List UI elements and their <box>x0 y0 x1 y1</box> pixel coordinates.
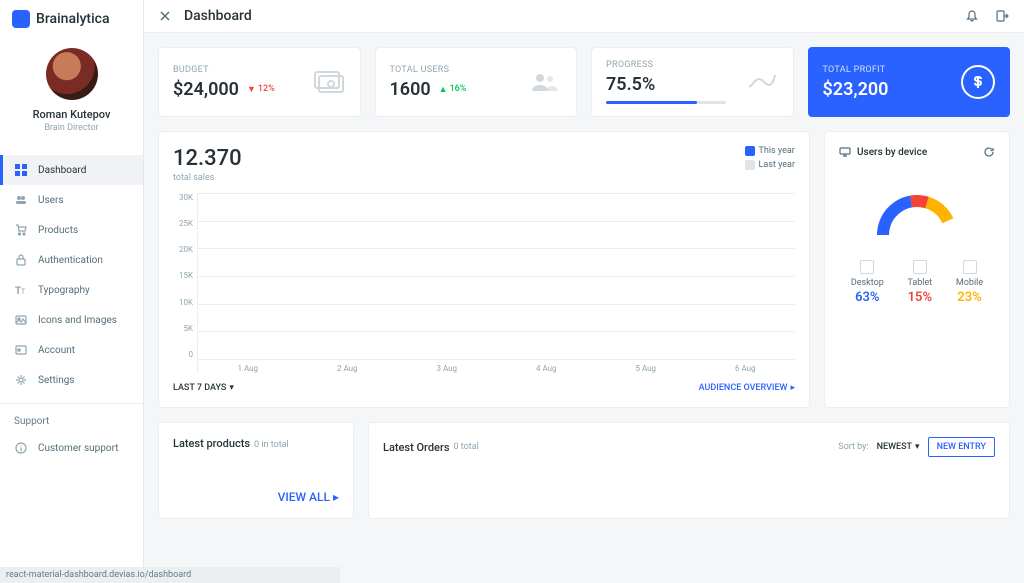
sidebar-item-icons-images[interactable]: Icons and Images <box>0 305 143 335</box>
profile-name: Roman Kutepov <box>33 108 111 121</box>
stat-value: 75.5% <box>606 74 655 95</box>
info-icon <box>14 441 28 455</box>
sidebar-item-label: Customer support <box>38 443 119 454</box>
support-header: Support <box>0 412 143 433</box>
image-icon <box>14 313 28 327</box>
sales-chart-card: 12.370 total sales This year Last year 3… <box>158 131 810 408</box>
sidebar-item-label: Users <box>38 195 64 206</box>
brand-logo[interactable]: Brainalytica <box>0 0 143 38</box>
lock-icon <box>14 253 28 267</box>
sidebar-item-dashboard[interactable]: Dashboard <box>0 155 143 185</box>
stat-label: PROGRESS <box>606 60 745 70</box>
content-area: BUDGET $24,000 ▼ 12% TOTAL USERS 1600 ▲ … <box>144 33 1024 533</box>
progress-fill <box>606 101 697 104</box>
chart-legend: This year Last year <box>745 146 795 170</box>
section-title: Latest Orders <box>383 441 450 454</box>
stat-card-total-profit: TOTAL PROFIT $23,200 <box>808 47 1011 117</box>
sidebar-item-label: Dashboard <box>38 165 86 176</box>
sidebar-item-customer-support[interactable]: Customer support <box>0 433 143 463</box>
text-icon: TT <box>14 283 28 297</box>
device-item-desktop: Desktop 63% <box>851 260 884 305</box>
sidebar-item-authentication[interactable]: Authentication <box>0 245 143 275</box>
profile-block: Roman Kutepov Brain Director <box>0 38 143 149</box>
desktop-icon <box>860 260 874 274</box>
stat-label: TOTAL USERS <box>390 65 529 75</box>
primary-nav: Dashboard Users Products Authentication … <box>0 155 143 463</box>
page-title: Dashboard <box>184 8 252 24</box>
cash-icon <box>312 65 346 99</box>
device-donut <box>839 158 995 260</box>
audience-overview-link[interactable]: AUDIENCE OVERVIEW ▸ <box>699 383 795 393</box>
stat-value: 1600 <box>390 79 431 100</box>
legend-item: This year <box>745 146 795 156</box>
sales-chart: 30K25K20K15K10K5K0 1 Aug2 Aug3 Aug4 Aug5… <box>173 193 795 373</box>
new-entry-button[interactable]: NEW ENTRY <box>928 437 995 457</box>
sort-label: Sort by: <box>838 442 868 452</box>
refresh-icon[interactable] <box>983 146 995 158</box>
sales-subtitle: total sales <box>173 173 242 183</box>
stat-card-budget: BUDGET $24,000 ▼ 12% <box>158 47 361 117</box>
stat-label: BUDGET <box>173 65 312 75</box>
sidebar-item-label: Settings <box>38 375 75 386</box>
profile-title: Brain Director <box>44 123 98 133</box>
status-bar: react-material-dashboard.devias.io/dashb… <box>0 567 340 583</box>
stat-card-progress: PROGRESS 75.5% <box>591 47 794 117</box>
view-all-link[interactable]: VIEW ALL ▸ <box>278 490 339 504</box>
stat-label: TOTAL PROFIT <box>823 65 962 75</box>
latest-products-card: Latest products 0 in total VIEW ALL ▸ <box>158 422 354 519</box>
logout-icon[interactable] <box>994 8 1010 24</box>
section-subtitle: 0 in total <box>254 440 289 450</box>
sidebar-item-settings[interactable]: Settings <box>0 365 143 395</box>
device-title: Users by device <box>857 147 927 158</box>
stat-card-total-users: TOTAL USERS 1600 ▲ 16% <box>375 47 578 117</box>
trend-icon <box>745 65 779 99</box>
sidebar-item-products[interactable]: Products <box>0 215 143 245</box>
sidebar-item-users[interactable]: Users <box>0 185 143 215</box>
sidebar-item-typography[interactable]: TT Typography <box>0 275 143 305</box>
device-breakdown: Desktop 63% Tablet 15% Mobile 23% <box>839 260 995 305</box>
notifications-icon[interactable] <box>964 8 980 24</box>
stat-delta: ▲ 16% <box>439 84 467 95</box>
stat-value: $24,000 <box>173 79 239 100</box>
dashboard-icon <box>14 163 28 177</box>
device-item-tablet: Tablet 15% <box>907 260 932 305</box>
divider <box>0 403 143 404</box>
stats-row: BUDGET $24,000 ▼ 12% TOTAL USERS 1600 ▲ … <box>158 47 1010 117</box>
avatar[interactable] <box>46 48 98 100</box>
sidebar-item-label: Typography <box>38 285 90 296</box>
device-item-mobile: Mobile 23% <box>956 260 983 305</box>
stat-delta: ▼ 12% <box>247 84 275 95</box>
section-subtitle: 0 total <box>454 442 479 452</box>
users-by-device-card: Users by device <box>824 131 1010 408</box>
sidebar-item-account[interactable]: Account <box>0 335 143 365</box>
sidebar-item-label: Authentication <box>38 255 103 266</box>
legend-item: Last year <box>745 160 795 170</box>
close-icon[interactable] <box>158 9 172 23</box>
account-icon <box>14 343 28 357</box>
sort-select[interactable]: NEWEST ▾ <box>877 442 920 452</box>
stat-value: $23,200 <box>823 79 889 100</box>
users-icon <box>14 193 28 207</box>
brand-mark <box>12 10 30 28</box>
brand-name: Brainalytica <box>36 11 110 27</box>
sidebar-item-label: Account <box>38 345 75 356</box>
settings-icon <box>14 373 28 387</box>
latest-orders-card: Latest Orders 0 total Sort by: NEWEST ▾ … <box>368 422 1010 519</box>
topbar: Dashboard <box>144 0 1024 33</box>
svg-text:T: T <box>21 288 26 296</box>
people-icon <box>528 65 562 99</box>
sales-value: 12.370 <box>173 146 242 171</box>
tablet-icon <box>913 260 927 274</box>
date-range-select[interactable]: LAST 7 DAYS ▾ <box>173 383 234 393</box>
sidebar-item-label: Icons and Images <box>38 315 117 326</box>
monitor-icon <box>839 146 851 158</box>
sidebar: Brainalytica Roman Kutepov Brain Directo… <box>0 0 144 583</box>
dollar-icon <box>961 65 995 99</box>
progress-track <box>606 101 726 104</box>
mobile-icon <box>963 260 977 274</box>
cart-icon <box>14 223 28 237</box>
section-title: Latest products <box>173 437 250 450</box>
sidebar-item-label: Products <box>38 225 78 236</box>
